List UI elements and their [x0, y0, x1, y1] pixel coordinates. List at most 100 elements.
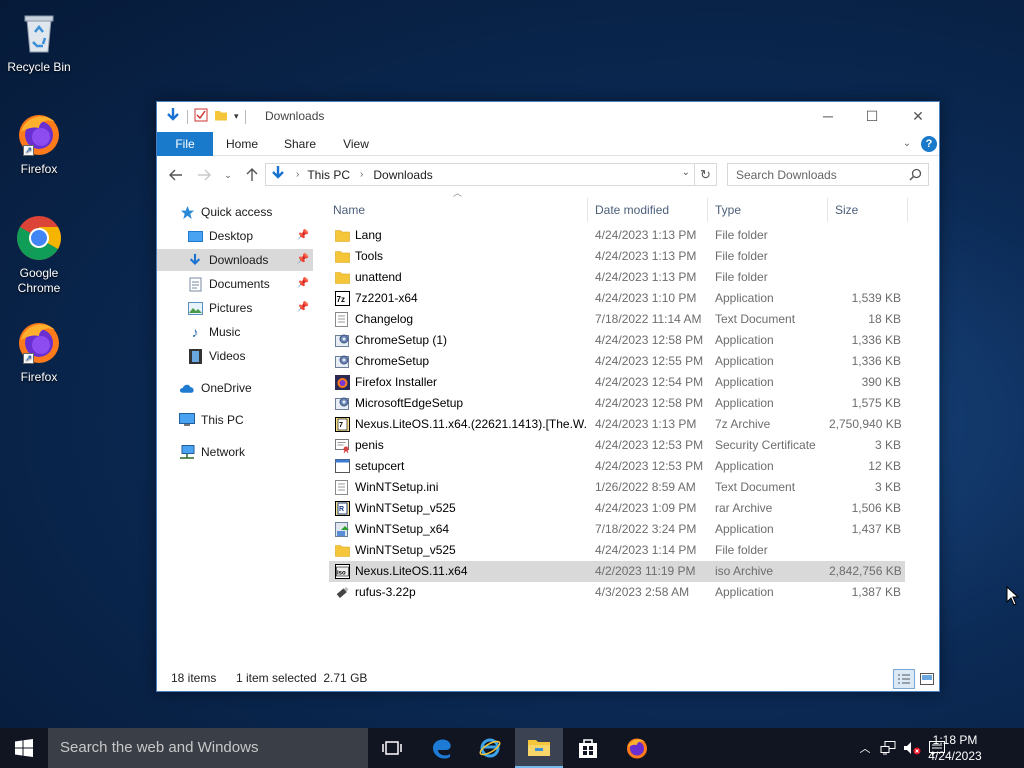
recent-locations-icon[interactable]: ⌄ [217, 164, 239, 186]
table-row[interactable]: WinNTSetup_x64 7/18/2022 3:24 PM Applicati… [329, 519, 905, 540]
customize-toolbar-icon[interactable]: ▾ [234, 111, 239, 122]
volume-muted-icon[interactable] [902, 728, 922, 768]
table-row[interactable]: WinNTSetup.ini 1/26/2022 8:59 AM Text Docu… [329, 477, 905, 498]
table-row[interactable]: Changelog 7/18/2022 11:14 AM Text Document… [329, 309, 905, 330]
file-type-cell: Application [715, 333, 774, 347]
nav-item-network[interactable]: Network [179, 441, 313, 463]
tab-share[interactable]: Share [277, 132, 323, 156]
table-row[interactable]: iso Nexus.LiteOS.11.x64 4/2/2023 11:19 PM i… [329, 561, 905, 582]
nav-item-label: Music [209, 325, 241, 339]
table-row[interactable]: Firefox Installer 4/24/2023 12:54 PM Appli… [329, 372, 905, 393]
table-row[interactable]: WinNTSetup_v525 4/24/2023 1:14 PM File fol… [329, 540, 905, 561]
file-explorer-taskbar-icon[interactable] [515, 728, 563, 768]
up-arrow-icon[interactable] [241, 164, 263, 186]
back-arrow-icon[interactable] [165, 164, 187, 186]
breadcrumb-this-pc[interactable]: This PC [307, 168, 350, 182]
details-view-icon[interactable] [893, 669, 915, 689]
pin-icon[interactable]: 📌 [297, 302, 309, 313]
videos-icon [187, 348, 203, 364]
show-hidden-icons-icon[interactable]: ︿ [856, 728, 874, 768]
desktop-icon-firefox[interactable]: ↗ Firefox [4, 110, 74, 177]
file-name-cell: unattend [355, 270, 402, 284]
nav-item-desktop[interactable]: Desktop 📌 [187, 225, 313, 247]
task-view-icon[interactable] [368, 728, 416, 768]
pin-icon[interactable]: 📌 [297, 230, 309, 241]
file-type-cell: File folder [715, 270, 768, 284]
address-dropdown-icon[interactable]: ⌄ [682, 167, 690, 178]
table-row[interactable]: ChromeSetup 4/24/2023 12:55 PM Application… [329, 351, 905, 372]
tab-home[interactable]: Home [219, 132, 265, 156]
store-icon[interactable] [564, 728, 612, 768]
file-type-cell: Application [715, 459, 774, 473]
start-button[interactable] [0, 728, 48, 768]
file-type-cell: Text Document [715, 480, 796, 494]
breadcrumb-separator-icon: › [360, 169, 364, 180]
table-row[interactable]: Lang 4/24/2023 1:13 PM File folder [329, 225, 905, 246]
column-header-date[interactable]: Date modified [595, 198, 705, 222]
column-header-name[interactable]: Name [333, 198, 583, 222]
column-header-type[interactable]: Type [715, 198, 825, 222]
clock-time: 1:18 PM [932, 733, 978, 747]
search-placeholder: Search Downloads [736, 167, 837, 182]
help-icon[interactable]: ? [921, 136, 937, 152]
table-row[interactable]: Tools 4/24/2023 1:13 PM File folder [329, 246, 905, 267]
table-row[interactable]: rufus-3.22p 4/3/2023 2:58 AM Application 1,… [329, 582, 905, 603]
desktop-folder-icon [187, 228, 203, 244]
table-row[interactable]: penis 4/24/2023 12:53 PM Security Certific… [329, 435, 905, 456]
table-row[interactable]: 7 Nexus.LiteOS.11.x64.(22621.1413).[The.W… [329, 414, 905, 435]
table-row[interactable]: ChromeSetup (1) 4/24/2023 12:58 PM Applica… [329, 330, 905, 351]
desktop-icon-firefox-2[interactable]: ↗ Firefox [4, 318, 74, 385]
new-folder-icon[interactable] [214, 108, 228, 125]
pin-icon[interactable]: 📌 [297, 254, 309, 265]
file-date-cell: 4/24/2023 1:09 PM [595, 501, 697, 515]
minimize-button[interactable]: ─ [805, 102, 851, 130]
forward-arrow-icon[interactable] [193, 164, 215, 186]
firefox-taskbar-icon[interactable] [613, 728, 661, 768]
file-date-cell: 4/24/2023 1:10 PM [595, 291, 697, 305]
close-button[interactable]: ✕ [895, 102, 941, 130]
breadcrumb-downloads[interactable]: Downloads [373, 168, 432, 182]
tab-view[interactable]: View [333, 132, 379, 156]
expand-ribbon-icon[interactable]: ⌄ [899, 132, 915, 156]
download-arrow-icon[interactable] [165, 107, 181, 126]
nav-item-videos[interactable]: Videos [187, 345, 313, 367]
nav-item-this-pc[interactable]: This PC [179, 409, 313, 431]
table-row[interactable]: R WinNTSetup_v525 4/24/2023 1:09 PM rar Arc… [329, 498, 905, 519]
file-size-cell: 390 KB [861, 375, 901, 389]
nav-item-downloads[interactable]: Downloads 📌 [157, 249, 313, 271]
system-clock[interactable]: 1:18 PM 4/24/2023 [920, 732, 990, 764]
firefox-icon: ↗ [15, 318, 63, 366]
maximize-button[interactable]: ☐ [849, 102, 895, 130]
address-bar[interactable]: › This PC › Downloads ⌄ ↻ [265, 163, 717, 186]
nav-item-documents[interactable]: Documents 📌 [187, 273, 313, 295]
nav-item-music[interactable]: ♪ Music [187, 321, 313, 343]
file-name-cell: WinNTSetup.ini [355, 480, 439, 494]
table-row[interactable]: 7z 7z2201-x64 4/24/2023 1:10 PM Application… [329, 288, 905, 309]
network-status-icon[interactable] [878, 728, 898, 768]
nav-item-pictures[interactable]: Pictures 📌 [187, 297, 313, 319]
table-row[interactable]: setupcert 4/24/2023 12:53 PM Application 12… [329, 456, 905, 477]
pin-icon[interactable]: 📌 [297, 278, 309, 289]
file-name-cell: WinNTSetup_v525 [355, 501, 456, 515]
desktop-icon-label: Firefox [20, 370, 58, 384]
taskbar-search-input[interactable]: Search the web and Windows [48, 728, 368, 768]
properties-icon[interactable] [194, 108, 208, 125]
nav-item-label: Videos [209, 349, 246, 363]
nav-item-quick-access[interactable]: Quick access [179, 201, 313, 223]
internet-explorer-icon[interactable] [466, 728, 514, 768]
refresh-icon[interactable]: ↻ [694, 164, 716, 185]
file-size-cell: 1,437 KB [851, 522, 901, 536]
taskbar: Search the web and Windows ︿ 1:18 PM 4/2… [0, 728, 1024, 768]
window-app-icon [335, 459, 350, 474]
edge-icon[interactable] [418, 728, 466, 768]
column-header-size[interactable]: Size [835, 198, 905, 222]
table-row[interactable]: unattend 4/24/2023 1:13 PM File folder [329, 267, 905, 288]
certificate-icon [335, 438, 350, 454]
desktop-icon-chrome[interactable]: Google Chrome [4, 214, 74, 296]
nav-item-onedrive[interactable]: OneDrive [179, 377, 313, 399]
desktop-icon-recycle-bin[interactable]: Recycle Bin [4, 8, 74, 75]
search-input[interactable]: Search Downloads [727, 163, 929, 186]
large-icons-view-icon[interactable] [917, 669, 937, 689]
table-row[interactable]: MicrosoftEdgeSetup 4/24/2023 12:58 PM Appl… [329, 393, 905, 414]
tab-file[interactable]: File [157, 132, 213, 156]
